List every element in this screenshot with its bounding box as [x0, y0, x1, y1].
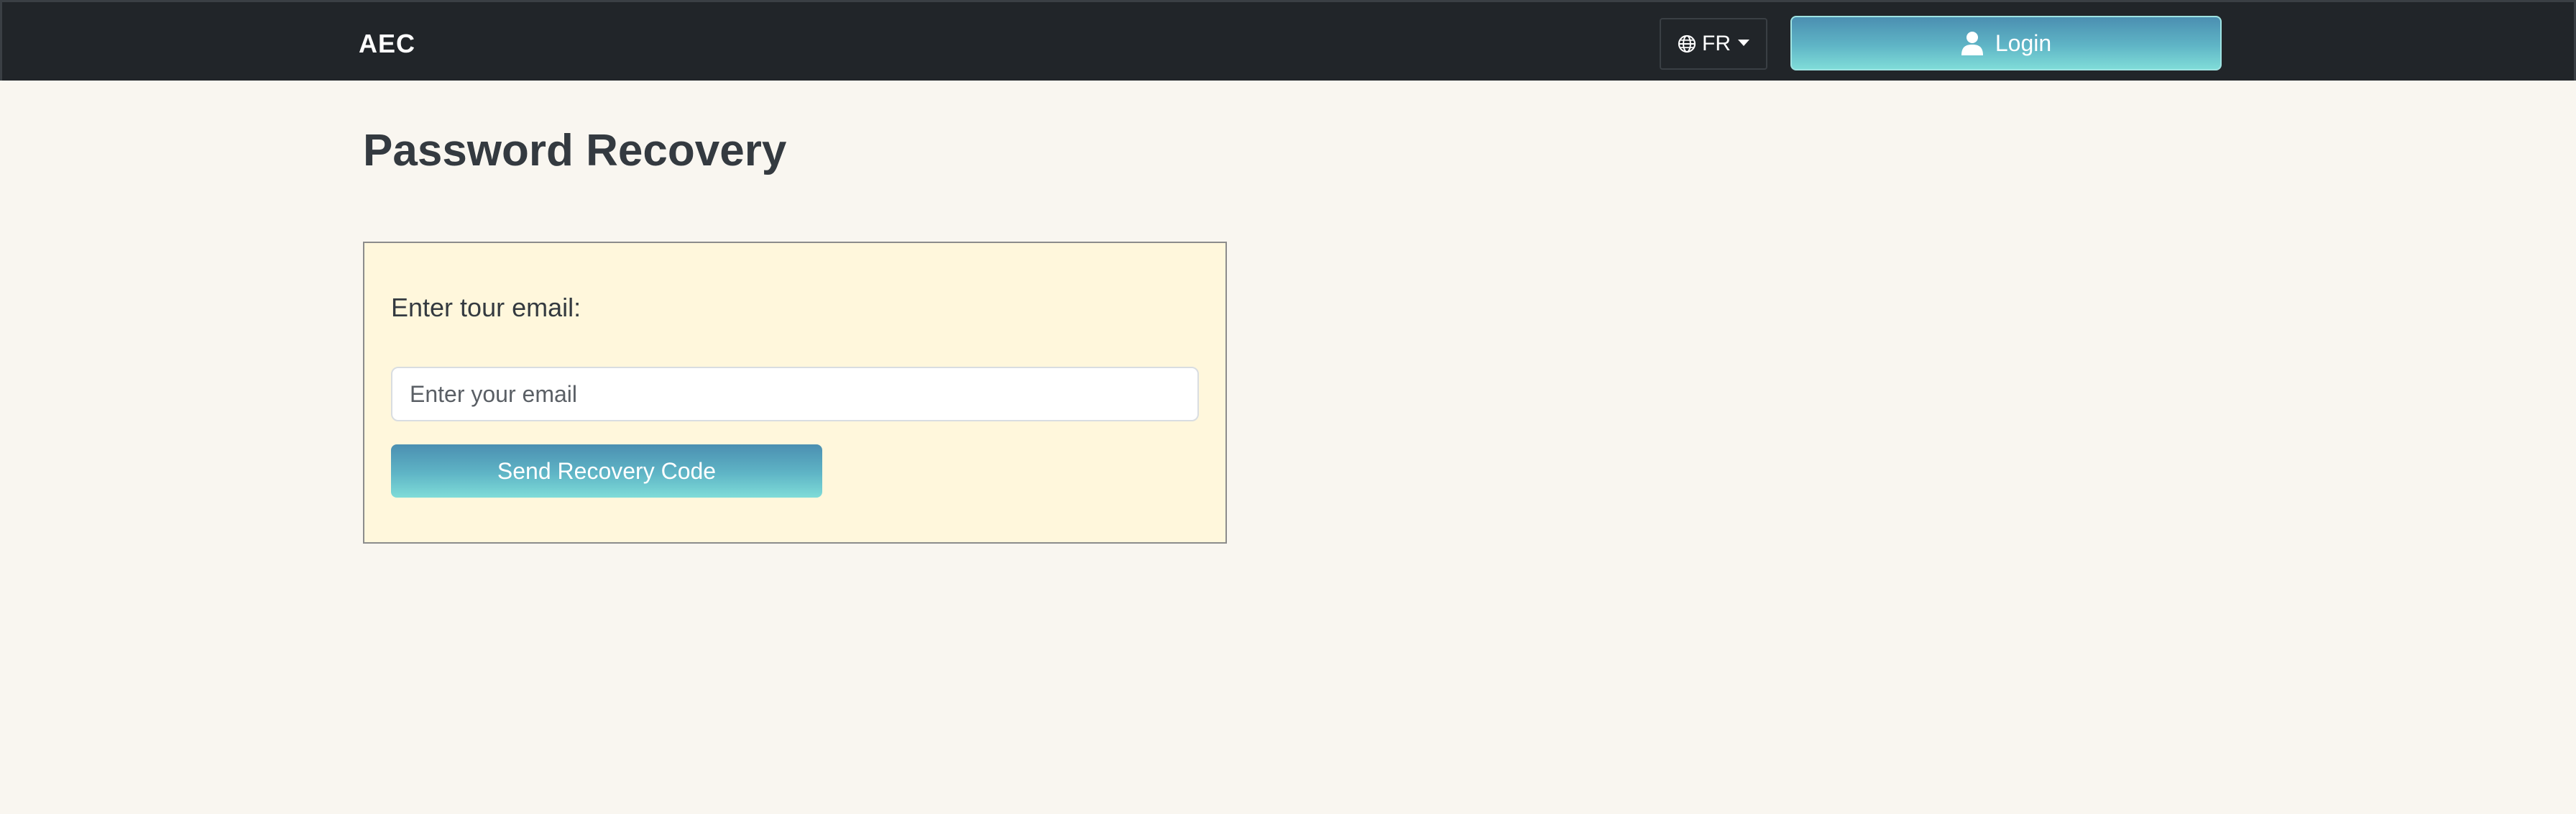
language-label: FR: [1702, 32, 1731, 55]
send-recovery-code-button[interactable]: Send Recovery Code: [391, 444, 822, 498]
top-navbar: AEC FR Login: [0, 0, 2576, 81]
recovery-form-card: Enter tour email: Send Recovery Code: [363, 242, 1227, 544]
page-title: Password Recovery: [363, 126, 787, 175]
login-button[interactable]: Login: [1790, 16, 2222, 70]
email-prompt-label: Enter tour email:: [391, 293, 581, 322]
email-input[interactable]: [391, 367, 1199, 421]
login-label: Login: [1995, 29, 2052, 56]
language-dropdown[interactable]: FR: [1660, 18, 1767, 70]
chevron-down-icon: [1738, 39, 1749, 46]
brand-logo[interactable]: AEC: [359, 28, 415, 60]
globe-icon: [1678, 35, 1696, 53]
user-icon: [1961, 32, 1983, 55]
